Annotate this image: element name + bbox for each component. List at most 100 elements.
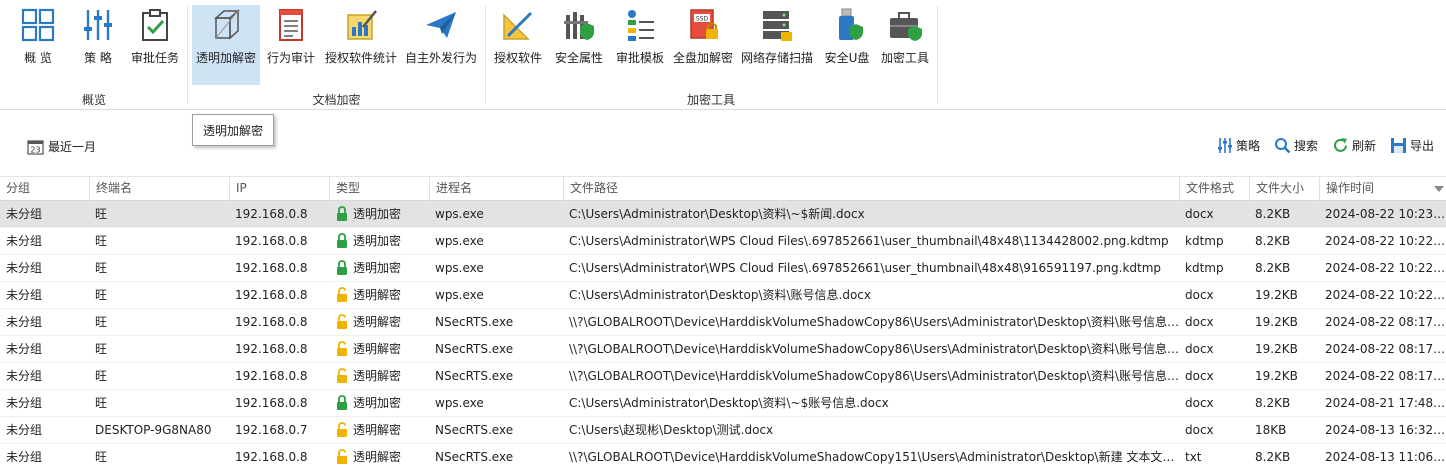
table-row[interactable]: 未分组 DESKTOP-9G8NA80 192.168.0.7 透明解密 NSecRTS… bbox=[0, 417, 1446, 444]
cell-time: 2024-08-21 17:48:08 bbox=[1325, 396, 1446, 410]
cell-size: 18KB bbox=[1255, 423, 1287, 437]
cell-path: C:\Users\Administrator\WPS Cloud Files\.… bbox=[569, 234, 1169, 248]
export-button[interactable]: 导出 bbox=[1390, 137, 1434, 154]
cell-group: 未分组 bbox=[6, 369, 43, 383]
overview-button[interactable]: 概 览 bbox=[18, 5, 58, 85]
secure-usb-button-label: 安全U盘 bbox=[824, 51, 870, 65]
cell-ip: 192.168.0.8 bbox=[235, 369, 308, 383]
group-label-encrypt-tools: 加密工具 bbox=[686, 93, 735, 107]
policy-button-label: 策 略 bbox=[84, 51, 112, 65]
col-header-group[interactable]: 分组 bbox=[0, 177, 90, 201]
cell-path: C:\Users\Administrator\Desktop\资料\~$账号信息… bbox=[569, 396, 889, 410]
unlocked-padlock-icon bbox=[337, 286, 347, 302]
network-storage-server-icon bbox=[763, 11, 792, 41]
table-row[interactable]: 未分组 旺 192.168.0.8 透明解密 wps.exe C:\Users\Admin… bbox=[0, 282, 1446, 309]
cell-format: docx bbox=[1185, 342, 1214, 356]
table-row[interactable]: 未分组 旺 192.168.0.8 透明解密 NSecRTS.exe \\?\GLOBAL… bbox=[0, 336, 1446, 363]
type-label: 透明解密 bbox=[353, 450, 402, 464]
cell-process: wps.exe bbox=[435, 261, 484, 275]
policy-button[interactable]: 策 略 bbox=[78, 5, 118, 85]
col-header-terminal[interactable]: 终端名 bbox=[89, 177, 230, 201]
col-header-process[interactable]: 进程名 bbox=[429, 177, 564, 201]
sliders-icon bbox=[1217, 138, 1232, 153]
tooltip: 透明加解密 bbox=[192, 114, 274, 146]
approval-template-button[interactable]: 审批模板 bbox=[614, 5, 666, 85]
cell-time: 2024-08-22 10:23:21 bbox=[1325, 207, 1446, 221]
table-row[interactable]: 未分组 旺 192.168.0.8 透明解密 NSecRTS.exe \\?\GLOBAL… bbox=[0, 309, 1446, 336]
col-header-type[interactable]: 类型 bbox=[329, 177, 430, 201]
col-header-time[interactable]: 操作时间 bbox=[1319, 177, 1446, 201]
cell-type: 透明解密 bbox=[329, 417, 429, 444]
full-disk-encrypt-button-label: 全盘加解密 bbox=[672, 51, 733, 65]
cell-format: docx bbox=[1185, 315, 1214, 329]
cell-ip: 192.168.0.8 bbox=[235, 234, 308, 248]
cell-terminal: 旺 bbox=[95, 369, 108, 383]
cell-ip: 192.168.0.8 bbox=[235, 450, 308, 464]
transparent-encrypt-button[interactable]: 透明加解密 bbox=[192, 5, 260, 85]
cell-type: 透明加密 bbox=[329, 201, 429, 228]
cell-path: C:\Users\Administrator\WPS Cloud Files\.… bbox=[569, 261, 1162, 275]
type-label: 透明解密 bbox=[353, 288, 402, 302]
col-header-time-label: 操作时间 bbox=[1326, 181, 1375, 195]
outbound-behavior-button[interactable]: 自主外发行为 bbox=[404, 5, 478, 85]
auth-software-stats-button[interactable]: 授权软件统计 bbox=[324, 5, 398, 85]
approval-task-button[interactable]: 审批任务 bbox=[129, 5, 181, 85]
overview-button-label: 概 览 bbox=[24, 51, 52, 65]
approval-task-icon bbox=[142, 9, 168, 41]
col-header-size[interactable]: 文件大小 bbox=[1249, 177, 1320, 201]
policy-toolbar-label: 策略 bbox=[1235, 139, 1260, 153]
approval-template-button-label: 审批模板 bbox=[615, 51, 664, 65]
table-row[interactable]: 未分组 旺 192.168.0.8 透明解密 NSecRTS.exe \\?\GLOBAL… bbox=[0, 363, 1446, 390]
cell-type: 透明解密 bbox=[329, 282, 429, 309]
encrypt-tool-button[interactable]: 加密工具 bbox=[879, 5, 931, 85]
locked-padlock-icon bbox=[337, 259, 347, 275]
table-row[interactable]: 未分组 旺 192.168.0.8 透明加密 wps.exe C:\Users\Admin… bbox=[0, 255, 1446, 282]
cell-terminal: 旺 bbox=[95, 234, 108, 248]
cell-time: 2024-08-22 10:22:58 bbox=[1325, 288, 1446, 302]
cell-process: NSecRTS.exe bbox=[435, 369, 514, 383]
encrypt-toolbox-icon bbox=[890, 12, 922, 41]
cell-path: \\?\GLOBALROOT\Device\HarddiskVolumeShad… bbox=[569, 315, 1179, 329]
table-row[interactable]: 未分组 旺 192.168.0.8 透明解密 NSecRTS.exe \\?\GLOBAL… bbox=[0, 444, 1446, 467]
full-disk-encrypt-button[interactable]: SSD 全盘加解密 bbox=[672, 5, 734, 85]
security-attribute-button-label: 安全属性 bbox=[554, 51, 603, 65]
type-label: 透明解密 bbox=[353, 369, 402, 383]
col-header-path[interactable]: 文件路径 bbox=[563, 177, 1180, 201]
cell-path: \\?\GLOBALROOT\Device\HarddiskVolumeShad… bbox=[569, 369, 1179, 383]
cell-time: 2024-08-22 08:17:49 bbox=[1325, 369, 1446, 383]
cell-group: 未分组 bbox=[6, 207, 43, 221]
unlocked-padlock-icon bbox=[337, 448, 347, 464]
cell-time: 2024-08-13 16:32:13 bbox=[1325, 423, 1446, 437]
policy-toolbar-button[interactable]: 策略 bbox=[1216, 137, 1260, 154]
cell-format: docx bbox=[1185, 396, 1214, 410]
auth-software-button[interactable]: 授权软件 bbox=[492, 5, 544, 85]
network-storage-scan-button[interactable]: 网络存储扫描 bbox=[740, 5, 814, 85]
cell-format: txt bbox=[1185, 450, 1202, 464]
cell-process: NSecRTS.exe bbox=[435, 315, 514, 329]
col-header-ip[interactable]: IP bbox=[229, 177, 330, 201]
table-row[interactable]: 未分组 旺 192.168.0.8 透明加密 wps.exe C:\Users\Admin… bbox=[0, 228, 1446, 255]
date-range-selector[interactable]: 23 最近一月 bbox=[27, 138, 96, 155]
behavior-audit-button-label: 行为审计 bbox=[266, 51, 315, 65]
cell-path: \\?\GLOBALROOT\Device\HarddiskVolumeShad… bbox=[569, 342, 1179, 356]
cell-type: 透明解密 bbox=[329, 309, 429, 336]
table-row[interactable]: 未分组 旺 192.168.0.8 透明加密 wps.exe C:\Users\Admin… bbox=[0, 390, 1446, 417]
security-attribute-button[interactable]: 安全属性 bbox=[553, 5, 605, 85]
outbound-behavior-button-label: 自主外发行为 bbox=[404, 51, 477, 65]
cell-terminal: 旺 bbox=[95, 207, 108, 221]
col-header-format[interactable]: 文件格式 bbox=[1179, 177, 1250, 201]
sort-desc-icon bbox=[1434, 186, 1444, 192]
ribbon: 概 览 策 略 审批任务 透明加解密 行为审计 授权软件统计 自主外发行为 授权… bbox=[0, 0, 1446, 110]
cell-ip: 192.168.0.8 bbox=[235, 396, 308, 410]
cell-group: 未分组 bbox=[6, 315, 43, 329]
search-button[interactable]: 搜索 bbox=[1274, 137, 1318, 154]
cell-type: 透明解密 bbox=[329, 336, 429, 363]
group-separator bbox=[187, 6, 188, 104]
type-label: 透明加密 bbox=[353, 234, 402, 248]
behavior-audit-button[interactable]: 行为审计 bbox=[266, 5, 316, 85]
cell-terminal: 旺 bbox=[95, 315, 108, 329]
cell-type: 透明加密 bbox=[329, 390, 429, 417]
refresh-button[interactable]: 刷新 bbox=[1332, 137, 1376, 154]
secure-usb-button[interactable]: 安全U盘 bbox=[822, 5, 872, 85]
table-row[interactable]: 未分组 旺 192.168.0.8 透明加密 wps.exe C:\Users\Admin… bbox=[0, 201, 1446, 228]
